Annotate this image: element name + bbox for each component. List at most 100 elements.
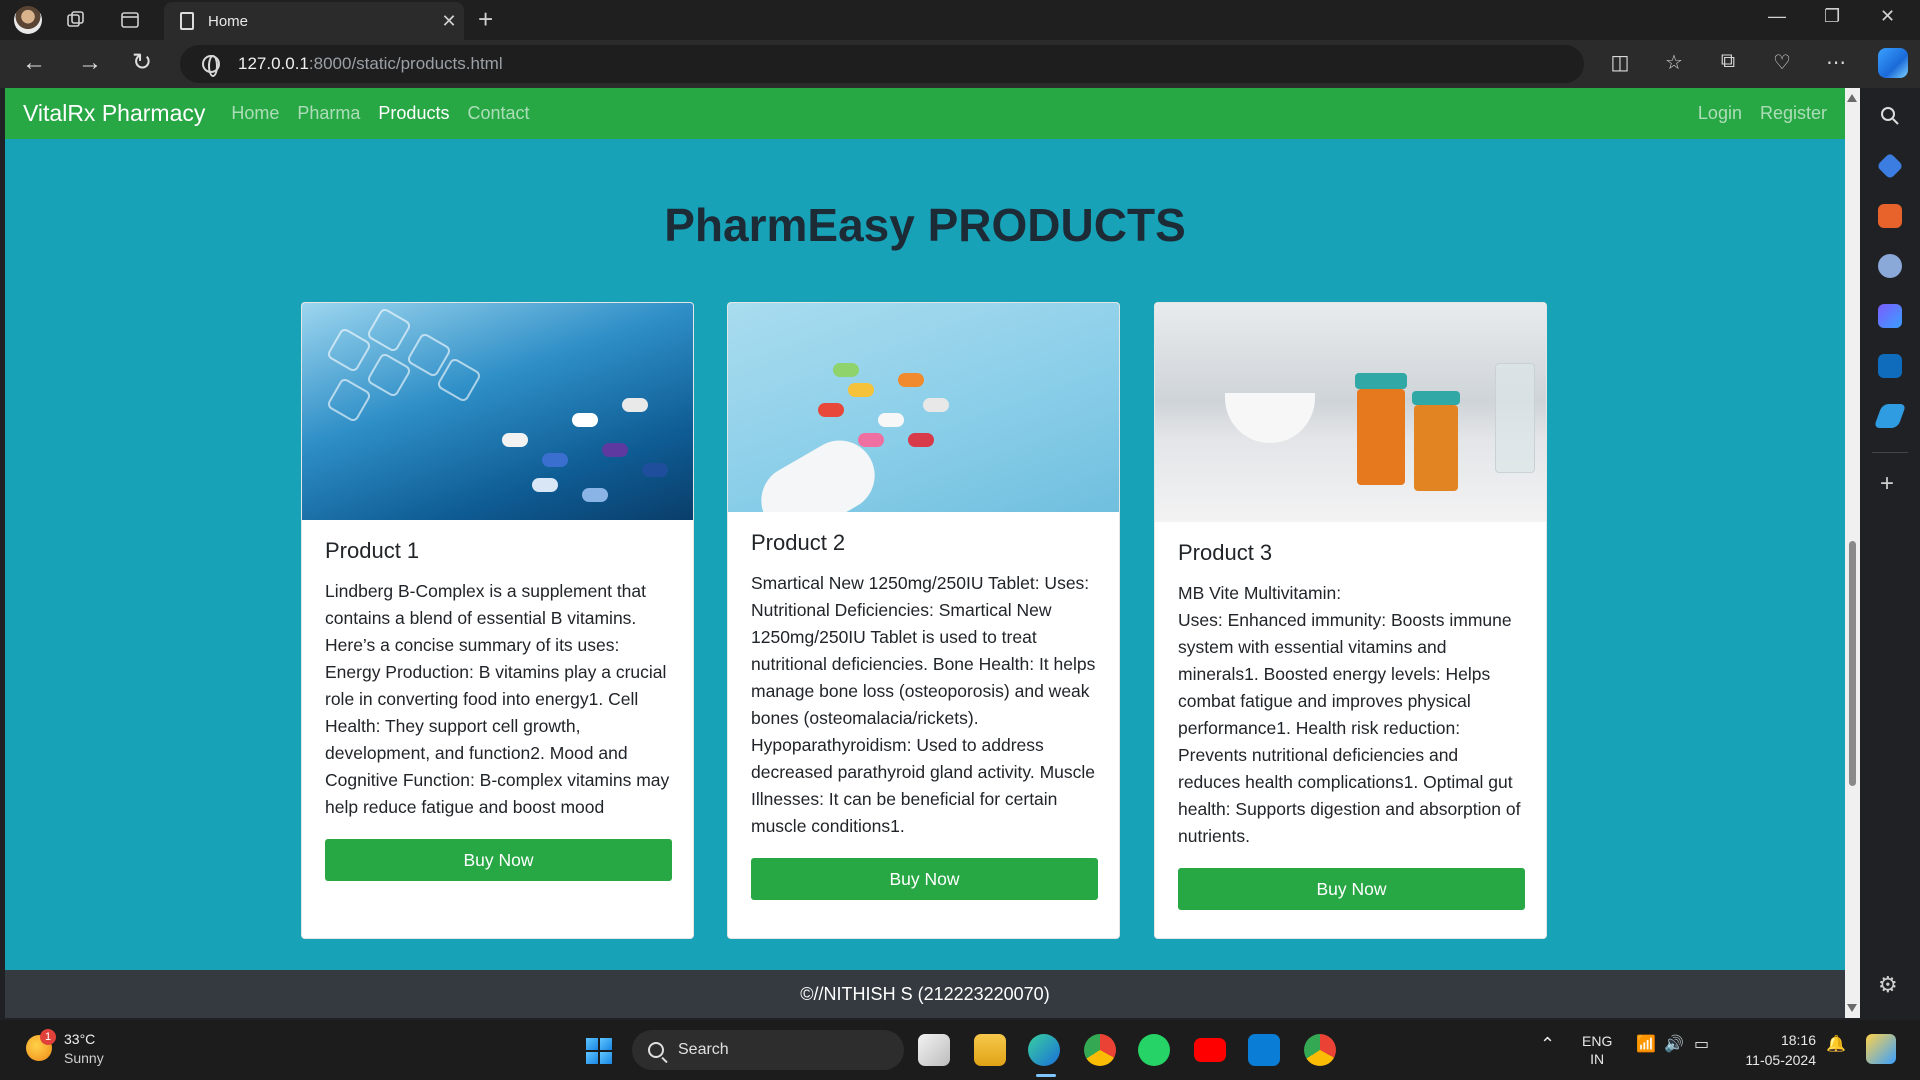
clock[interactable]: 18:16 11-05-2024 [1736,1030,1816,1070]
restore-icon[interactable]: ❐ [1824,6,1840,27]
scrollbar-thumb[interactable] [1849,541,1856,786]
copilot-icon[interactable] [1878,48,1908,78]
product-2-description: Smartical New 1250mg/250IU Tablet: Uses:… [751,573,1096,836]
pill-bottle-graphic [1414,405,1458,491]
site-footer: ©//NITHISH S (212223220070) [5,970,1845,1018]
bottle-cap-graphic [1355,373,1407,389]
brand-logo[interactable]: VitalRx Pharmacy [23,100,205,127]
more-options-icon[interactable]: ⋯ [1822,50,1850,75]
hexagon-graphic [365,306,413,354]
clock-time: 18:16 [1780,1032,1816,1048]
pill-graphic [923,398,949,412]
product-3-description: MB Vite Multivitamin: Uses: Enhanced imm… [1178,583,1521,846]
sidebar-settings-icon[interactable]: ⚙ [1878,974,1898,996]
games-icon[interactable] [1878,254,1902,278]
nav-register[interactable]: Register [1760,103,1827,124]
url-path: :8000/static/products.html [308,54,503,73]
youtube-app-icon[interactable] [1194,1038,1226,1062]
product-3-body: Product 3 MB Vite Multivitamin: Uses: En… [1155,522,1546,910]
workspaces-icon[interactable] [64,8,88,32]
page-icon [180,12,194,30]
pill-graphic [542,453,568,467]
whatsapp-app-icon[interactable] [1138,1034,1170,1066]
chrome-profile-app-icon[interactable] [1304,1034,1336,1066]
buy-now-button-2[interactable]: Buy Now [751,858,1098,900]
battery-icon[interactable]: ▭ [1694,1034,1709,1054]
copilot-taskbar-icon[interactable] [1866,1034,1896,1064]
edge-sidebar: + ⚙ [1860,88,1920,1018]
close-window-icon[interactable]: ✕ [1880,6,1895,27]
pill-graphic [582,488,608,502]
scroll-up-icon[interactable] [1847,94,1857,102]
tools-icon[interactable] [1878,204,1902,228]
tab-home[interactable]: Home ✕ [164,2,464,40]
product-1-image [302,303,693,520]
vscode-app-icon[interactable] [1248,1034,1280,1066]
url-field[interactable]: 127.0.0.1:8000/static/products.html [180,45,1584,83]
store-app-icon[interactable] [918,1034,950,1066]
add-sidebar-item-icon[interactable]: + [1880,472,1894,496]
notifications-icon[interactable]: 🔔 [1826,1034,1846,1054]
outlook-icon[interactable] [1878,354,1902,378]
pill-graphic [602,443,628,457]
pill-graphic [622,398,648,412]
volume-icon[interactable]: 🔊 [1664,1034,1684,1054]
wifi-icon[interactable]: 📶 [1636,1034,1656,1054]
vertical-tabs-icon[interactable] [118,8,142,32]
buy-now-button-3[interactable]: Buy Now [1178,868,1525,910]
browser-tab-bar: Home ✕ + — ❐ ✕ [0,0,1920,40]
close-tab-icon[interactable]: ✕ [434,11,464,32]
clock-date: 11-05-2024 [1745,1052,1816,1068]
edge-app-icon[interactable] [1028,1034,1060,1066]
pill-graphic [642,463,668,477]
sidebar-search-icon[interactable] [1878,104,1902,128]
nav-contact[interactable]: Contact [467,103,529,124]
pill-graphic [572,413,598,427]
scroll-down-icon[interactable] [1847,1004,1857,1012]
forward-icon[interactable]: → [78,50,102,76]
weather-temperature[interactable]: 33°C [64,1031,95,1047]
globe-icon [202,55,220,77]
show-hidden-icons[interactable]: ⌃ [1540,1034,1555,1055]
copilot-apps-icon[interactable] [1878,304,1902,328]
favorites-icon[interactable]: ☆ [1660,50,1688,75]
product-2-body: Product 2 Smartical New 1250mg/250IU Tab… [728,512,1119,900]
taskbar-search[interactable]: Search [632,1030,904,1070]
bottle-cap-graphic [1412,391,1460,405]
nav-products[interactable]: Products [378,103,449,124]
minimize-icon[interactable]: — [1768,6,1786,27]
split-screen-icon[interactable]: ◫ [1606,50,1634,75]
region-code: IN [1590,1051,1605,1067]
buy-now-button-1[interactable]: Buy Now [325,839,672,881]
bowl-graphic [1225,393,1315,443]
collections-icon[interactable]: ⧉ [1714,50,1742,73]
file-explorer-icon[interactable] [974,1034,1006,1066]
windows-taskbar: 1 33°C Sunny Search ⌃ ENG IN 📶 🔊 ▭ 18:16… [0,1020,1920,1080]
weather-condition[interactable]: Sunny [64,1050,104,1066]
browser-essentials-icon[interactable]: ♡ [1768,50,1796,75]
profile-avatar[interactable] [14,6,42,34]
windows-start-icon[interactable] [586,1038,612,1064]
nav-home[interactable]: Home [231,103,279,124]
refresh-icon[interactable]: ↻ [132,50,152,76]
page-viewport: VitalRx Pharmacy Home Pharma Products Co… [5,88,1845,1018]
product-1-description: Lindberg B-Complex is a supplement that … [325,581,670,817]
language-indicator[interactable]: ENG IN [1582,1032,1612,1068]
new-tab-icon[interactable]: + [478,6,493,32]
nav-pharma[interactable]: Pharma [297,103,360,124]
language-code: ENG [1582,1033,1613,1049]
back-icon[interactable]: ← [22,50,46,76]
hexagon-graphic [325,376,373,424]
shopping-tag-icon[interactable] [1876,152,1904,180]
pill-graphic [858,433,884,447]
tab-title: Home [208,12,249,30]
page-scrollbar[interactable] [1845,88,1860,1018]
pill-graphic [502,433,528,447]
url-host: 127.0.0.1 [238,54,309,73]
telegram-icon[interactable] [1873,404,1907,428]
search-icon [648,1042,664,1058]
nav-right-group: Login Register [1680,103,1827,124]
product-card-2: Product 2 Smartical New 1250mg/250IU Tab… [727,302,1120,939]
nav-login[interactable]: Login [1698,103,1742,124]
chrome-app-icon[interactable] [1084,1034,1116,1066]
